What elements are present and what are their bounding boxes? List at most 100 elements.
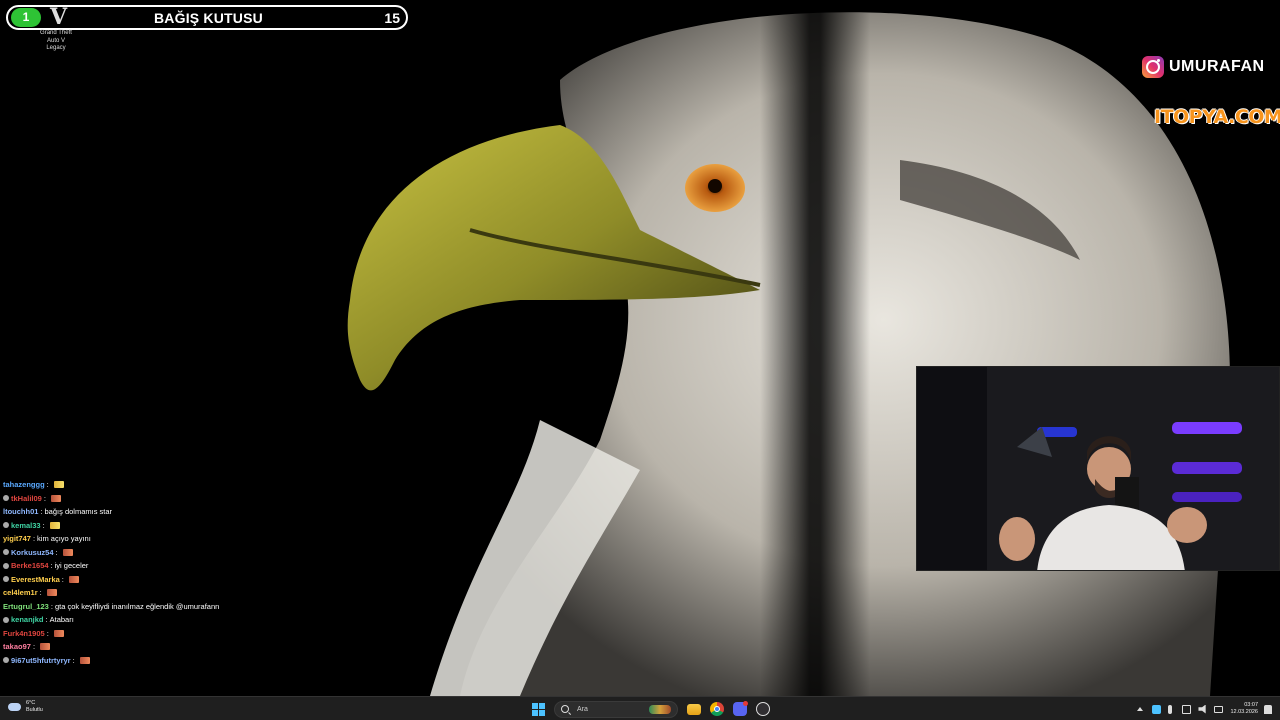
chevron-up-icon[interactable] [1137,707,1144,711]
chat-username[interactable]: yigit747 [3,532,31,546]
chat-separator: : [32,534,36,543]
weather-desc: Bulutlu [26,707,43,713]
chat-emote-icon [53,481,64,489]
chat-separator: : [46,480,49,489]
chat-emote-icon [46,589,57,597]
webcam-feed [916,366,1280,571]
chat-separator: : [40,507,43,516]
chat-username[interactable]: tkHalil09 [11,492,42,506]
chat-badge-icon [3,562,9,569]
clock[interactable]: 03:07 12.03.2026 [1230,702,1258,716]
chat-separator: : [55,547,58,557]
chat-emote-icon [50,494,61,502]
system-tray: 03:07 12.03.2026 [1137,699,1272,719]
chat-username[interactable]: takao97 [3,640,31,654]
chat-badge-icon [3,522,9,529]
chat-separator: : [50,601,53,611]
chat-message: Berke1654: iyi geceler [3,559,423,573]
chat-text: iyi geceler [54,561,89,570]
webcam-image [917,367,1279,570]
taskbar: 6°C Bulutlu Ara 03:07 12.03.2026 [0,696,1280,720]
taskbar-search-box[interactable]: Ara [554,700,678,718]
sponsor-logo: ITOPYA.COM [1154,106,1280,128]
weather-widget[interactable]: 6°C Bulutlu [8,700,43,714]
chat-message: takao97: [3,640,423,654]
chat-message: kenanjkd: Atabarı [3,613,423,627]
chrome-icon[interactable] [710,702,724,716]
app-tray-icon[interactable] [1152,704,1162,714]
chat-separator: : [32,642,36,651]
chat-message: ltouchh01: bağış dolmamıs star [3,505,423,519]
obs-icon[interactable] [756,702,770,716]
game-caption-line: Legacy [46,45,66,51]
chat-emote-icon [53,629,64,637]
chat-badge-icon [3,549,9,556]
donation-title: BAĞIŞ KUTUSU [154,10,263,26]
chat-separator: : [61,574,64,584]
chat-username[interactable]: Furk4n1905 [3,627,45,641]
network-icon[interactable] [1182,704,1192,714]
search-icon [561,705,569,713]
chat-separator: : [43,493,46,503]
chat-username[interactable]: cel4lem1r [3,586,38,600]
instagram-icon [1142,55,1164,78]
chat-text: bağış dolmamıs star [44,507,113,516]
chat-separator: : [39,588,42,597]
chat-emote-icon [40,643,51,651]
clock-time: 03:07 [1244,702,1258,708]
chat-badge-icon [3,657,9,664]
chat-username[interactable]: ltouchh01 [3,505,38,519]
chat-separator: : [42,520,45,530]
chat-message: Ertugrul_123: gta çok keyifliydi inanılma… [3,600,423,614]
chat-message: Furk4n1905: [3,627,423,641]
chat-message: Korkusuz54: [3,546,423,560]
chat-text: gta çok keyifliydi inanılmaz eğlendik @u… [54,601,220,611]
chat-username[interactable]: Berke1654 [11,559,49,573]
microphone-icon[interactable] [1168,704,1173,714]
game-caption-line: Grand Theft [40,30,72,36]
search-highlight-icon [649,704,671,714]
chat-username[interactable]: EverestMarka [11,573,60,587]
chat-emote-icon [79,656,90,664]
chat-badge-icon [3,616,9,623]
chat-feed: tahazenggg: tkHalil09: ltouchh01: bağış dol… [3,478,423,667]
chat-message: EverestMarka: [3,573,423,587]
chat-username[interactable]: tahazenggg [3,478,45,492]
chat-username[interactable]: kemal33 [11,519,41,533]
notification-bell-icon[interactable] [1264,704,1272,714]
chat-badge-icon [3,495,9,502]
desktop-wallpaper: 1 V BAĞIŞ KUTUSU 15 Grand Theft Auto V L… [0,0,1280,696]
chat-message: cel4lem1r: [3,586,423,600]
chat-separator: : [45,615,48,624]
donation-count: 15 [384,10,400,26]
speaker-icon[interactable] [1198,704,1206,714]
chat-separator: : [46,628,49,638]
chat-separator: : [50,561,53,570]
game-caption-line: Auto V [46,37,65,44]
weather-temp: 6°C [26,700,36,706]
chat-username[interactable]: 9i67ut5hfutrtyryr [11,654,71,668]
chat-emote-icon [49,521,60,529]
chat-emote-icon [68,575,79,583]
game-caption: Grand Theft Auto V Legacy [34,30,78,53]
chat-message: yigit747: kim açıyo yayını [3,532,423,546]
chat-text: kim açıyo yayını [37,534,91,543]
instagram-handle: UMURAFAN [1142,55,1265,78]
windows-start-icon[interactable] [532,702,545,716]
discord-icon[interactable] [733,701,748,716]
donation-goal-bar: 1 V BAĞIŞ KUTUSU 15 [6,5,408,30]
donation-badge: 1 [11,8,41,27]
chat-message: 9i67ut5hfutrtyryr: [3,654,423,668]
cloud-icon [8,703,21,711]
clock-date: 12.03.2026 [1230,709,1258,715]
instagram-label: UMURAFAN [1169,57,1265,75]
battery-icon[interactable] [1214,705,1224,713]
gta-v-logo-icon: V [50,4,68,30]
chat-message: kemal33: [3,519,423,533]
chat-badge-icon [3,576,9,583]
chat-username[interactable]: Ertugrul_123 [3,600,49,614]
file-explorer-icon[interactable] [687,703,701,715]
search-placeholder: Ara [577,705,588,713]
chat-username[interactable]: kenanjkd [11,613,44,627]
chat-username[interactable]: Korkusuz54 [11,546,54,560]
